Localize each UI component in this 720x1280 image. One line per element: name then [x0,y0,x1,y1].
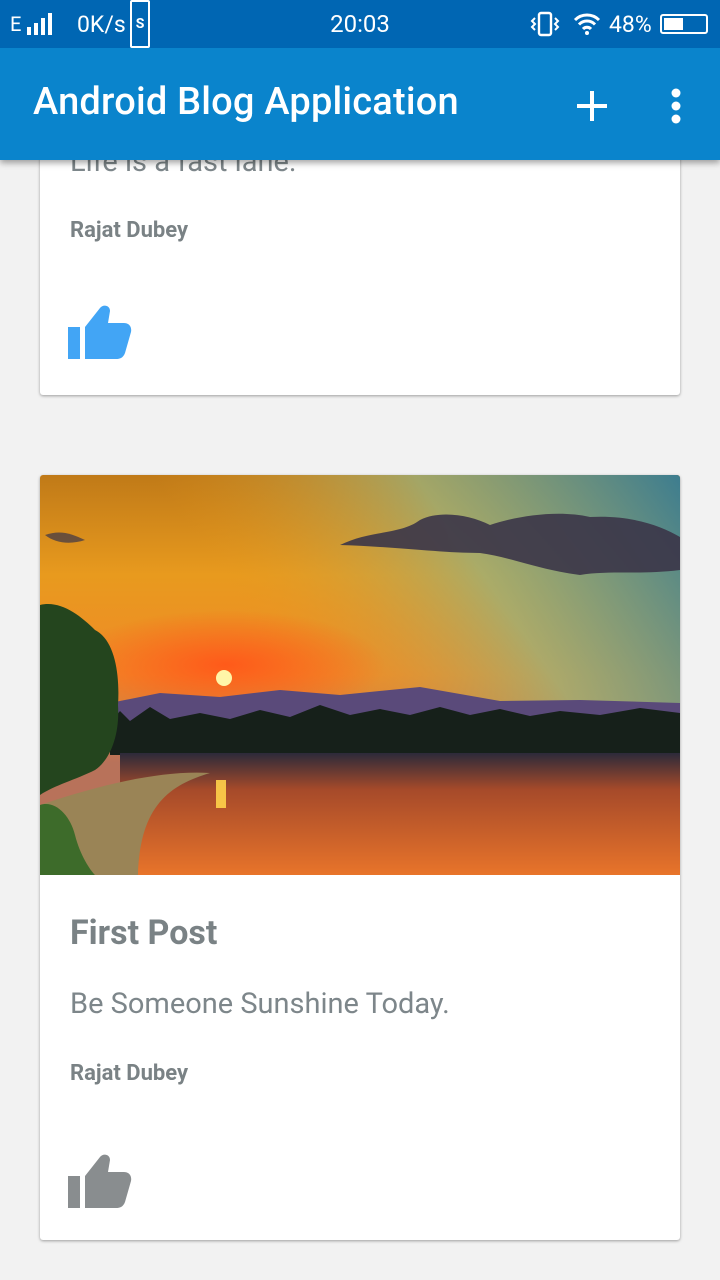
post-card: Life is a fast lane. Rajat Dubey [40,160,680,395]
plus-icon [577,91,607,121]
battery-icon [660,14,708,34]
post-description: Be Someone Sunshine Today. [70,987,450,1021]
post-author: Rajat Dubey [70,218,189,243]
post-image[interactable] [40,475,680,875]
battery-fill [664,18,684,30]
post-title: First Post [70,913,218,953]
app-bar: Android Blog Application [0,48,720,160]
add-post-button[interactable] [566,80,618,132]
s-notification-icon: S [130,0,150,48]
blog-feed[interactable]: Life is a fast lane. Rajat Dubey First P… [0,160,720,1280]
more-vert-icon [671,88,681,124]
cellular-signal: E [10,0,53,48]
overflow-menu-button[interactable] [654,80,698,132]
data-speed: 0K/s [77,10,126,38]
signal-bars-icon [27,13,53,35]
network-type: E [10,12,22,36]
status-bar: E 0K/s S 20:03 48% [0,0,720,48]
thumbs-up-icon [68,1154,132,1208]
post-card: First Post Be Someone Sunshine Today. Ra… [40,475,680,1240]
like-button[interactable] [68,1152,134,1212]
post-description: Life is a fast lane. [70,160,297,179]
battery-percent: 48% [609,10,652,38]
app-title: Android Blog Application [33,80,459,124]
post-author: Rajat Dubey [70,1061,189,1086]
vibrate-icon [530,0,560,48]
thumbs-up-icon [68,305,132,359]
like-button[interactable] [68,303,134,363]
wifi-icon [573,0,601,48]
